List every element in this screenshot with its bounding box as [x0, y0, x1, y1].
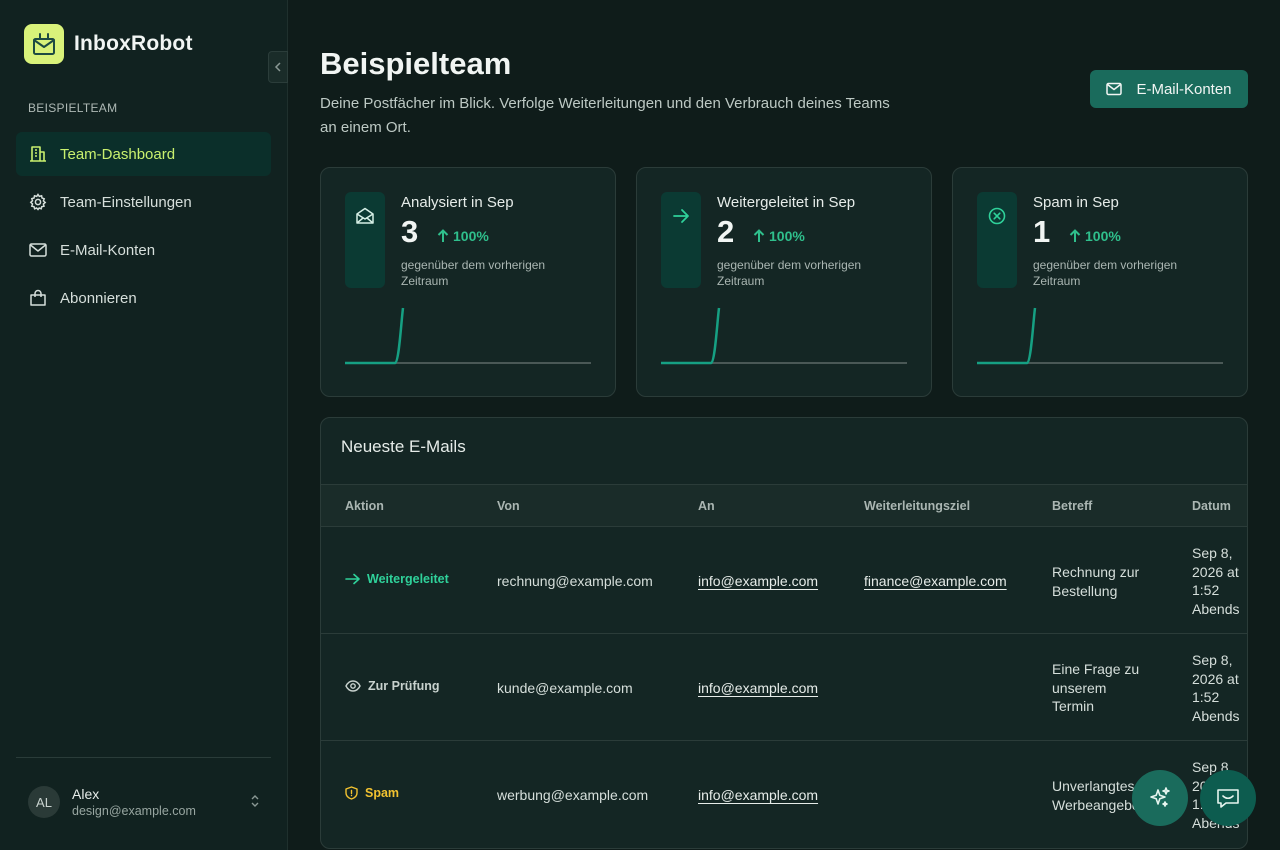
- page-title: Beispielteam: [320, 46, 512, 81]
- sidebar-item-label: E-Mail-Konten: [60, 241, 156, 259]
- team-section-label: BEISPIELTEAM: [28, 101, 118, 115]
- stat-comparison: gegenüber dem vorherigen Zeitraum: [401, 258, 546, 288]
- stat-label: Weitergeleitet in Sep: [717, 194, 856, 211]
- stat-change: 100%: [753, 228, 805, 244]
- mail-icon: [1106, 82, 1123, 96]
- table-row[interactable]: Zur Prüfung kunde@example.com info@examp…: [321, 634, 1247, 741]
- subject: Rechnung zur Bestellung: [1052, 564, 1140, 599]
- page-description: Deine Postfächer im Blick. Verfolge Weit…: [320, 95, 890, 136]
- chevron-left-icon: [274, 62, 281, 72]
- column-header-forward-target[interactable]: Weiterleitungsziel: [864, 499, 970, 513]
- stat-change-value: 100%: [769, 228, 805, 244]
- sidebar-item-subscribe[interactable]: Abonnieren: [16, 276, 271, 320]
- ai-assistant-button[interactable]: [1132, 770, 1188, 826]
- column-header-subject[interactable]: Betreff: [1052, 499, 1092, 513]
- sidebar-item-team-settings[interactable]: Team-Einstellungen: [16, 180, 271, 224]
- arrow-up-icon: [753, 229, 765, 242]
- sidebar-divider: [16, 757, 271, 758]
- shield-alert-icon: [345, 786, 358, 800]
- stat-value: 1: [1033, 214, 1051, 249]
- stat-label: Spam in Sep: [1033, 194, 1119, 211]
- avatar: AL: [28, 786, 60, 818]
- user-menu[interactable]: AL Alex design@example.com: [28, 786, 268, 818]
- user-info: Alex design@example.com: [72, 786, 196, 818]
- recent-emails-panel: Neueste E-Mails Aktion Von An Weiterleit…: [320, 417, 1248, 849]
- subject: Eine Frage zu unserem Termin: [1052, 661, 1140, 714]
- action-label: Zur Prüfung: [368, 679, 440, 693]
- action-status-review: Zur Prüfung: [345, 679, 440, 693]
- recent-emails-title: Neueste E-Mails: [341, 437, 466, 456]
- collapse-sidebar-button[interactable]: [268, 51, 288, 83]
- stat-comparison: gegenüber dem vorherigen Zeitraum: [1033, 258, 1178, 288]
- stat-card-forwarded: Weitergeleitet in Sep 2 100% gegenüber d…: [636, 167, 932, 397]
- sidebar-item-label: Abonnieren: [60, 289, 137, 307]
- sparkles-icon: [1150, 787, 1170, 807]
- stat-value: 3: [401, 214, 419, 249]
- app-name: InboxRobot: [74, 32, 193, 55]
- sidebar-nav: Team-Dashboard Team-Einstellungen E-Mail…: [16, 132, 271, 324]
- email-accounts-button-label: E-Mail-Konten: [1136, 80, 1232, 98]
- stat-change: 100%: [1069, 228, 1121, 244]
- inbox-robot-logo-icon: [24, 24, 64, 64]
- x-circle-icon: [977, 192, 1017, 288]
- table-row[interactable]: Spam werbung@example.com info@example.co…: [321, 741, 1247, 848]
- sidebar-item-label: Team-Einstellungen: [60, 193, 192, 211]
- action-status-forwarded: Weitergeleitet: [345, 572, 449, 586]
- arrow-up-icon: [437, 229, 449, 242]
- stat-value: 2: [717, 214, 735, 249]
- mail-icon: [28, 240, 48, 260]
- column-header-to[interactable]: An: [698, 499, 715, 513]
- chat-support-button[interactable]: [1200, 770, 1256, 826]
- table-row[interactable]: Weitergeleitet rechnung@example.com info…: [321, 527, 1247, 634]
- stat-card-spam: Spam in Sep 1 100% gegenüber dem vorheri…: [952, 167, 1248, 397]
- column-header-date[interactable]: Datum: [1192, 499, 1231, 513]
- date: Sep 8, 2026 at 1:52 Abends: [1192, 652, 1240, 724]
- action-label: Weitergeleitet: [367, 572, 449, 586]
- arrow-right-icon: [661, 192, 701, 288]
- action-label: Spam: [365, 786, 400, 800]
- sparkline: [345, 307, 591, 365]
- from-address: rechnung@example.com: [497, 573, 653, 589]
- table-header: Aktion Von An Weiterleitungsziel Betreff…: [321, 484, 1247, 527]
- stat-change: 100%: [437, 228, 489, 244]
- forward-target-link[interactable]: finance@example.com: [864, 572, 1007, 591]
- shopping-bag-icon: [28, 288, 48, 308]
- to-address-link[interactable]: info@example.com: [698, 679, 818, 698]
- sparkline: [977, 307, 1223, 365]
- logo[interactable]: InboxRobot: [24, 24, 193, 64]
- chat-bubble-icon: [1217, 789, 1239, 808]
- sparkline: [661, 307, 907, 365]
- from-address: kunde@example.com: [497, 680, 633, 696]
- to-address-link[interactable]: info@example.com: [698, 786, 818, 805]
- stat-change-value: 100%: [1085, 228, 1121, 244]
- sidebar: InboxRobot BEISPIELTEAM Team-Dashboard T…: [0, 0, 288, 850]
- sidebar-item-email-accounts[interactable]: E-Mail-Konten: [16, 228, 271, 272]
- from-address: werbung@example.com: [497, 787, 649, 803]
- gear-icon: [28, 192, 48, 212]
- arrow-right-icon: [345, 573, 360, 585]
- to-address-link[interactable]: info@example.com: [698, 572, 818, 591]
- arrow-up-icon: [1069, 229, 1081, 242]
- action-status-spam: Spam: [345, 786, 399, 800]
- sidebar-item-team-dashboard[interactable]: Team-Dashboard: [16, 132, 271, 176]
- stat-card-analyzed: Analysiert in Sep 3 100% gegenüber dem v…: [320, 167, 616, 397]
- column-header-action[interactable]: Aktion: [345, 499, 384, 513]
- mail-open-icon: [345, 192, 385, 288]
- stat-change-value: 100%: [453, 228, 489, 244]
- chevron-up-down-icon: [250, 794, 260, 813]
- building-icon: [28, 144, 48, 164]
- stat-comparison: gegenüber dem vorherigen Zeitraum: [717, 258, 862, 288]
- eye-icon: [345, 680, 361, 692]
- date: Sep 8, 2026 at 1:52 Abends: [1192, 545, 1240, 617]
- user-name: Alex: [72, 786, 100, 802]
- user-email: design@example.com: [72, 804, 196, 818]
- stat-label: Analysiert in Sep: [401, 194, 514, 211]
- column-header-from[interactable]: Von: [497, 499, 520, 513]
- email-accounts-button[interactable]: E-Mail-Konten: [1090, 70, 1248, 108]
- sidebar-item-label: Team-Dashboard: [60, 145, 176, 163]
